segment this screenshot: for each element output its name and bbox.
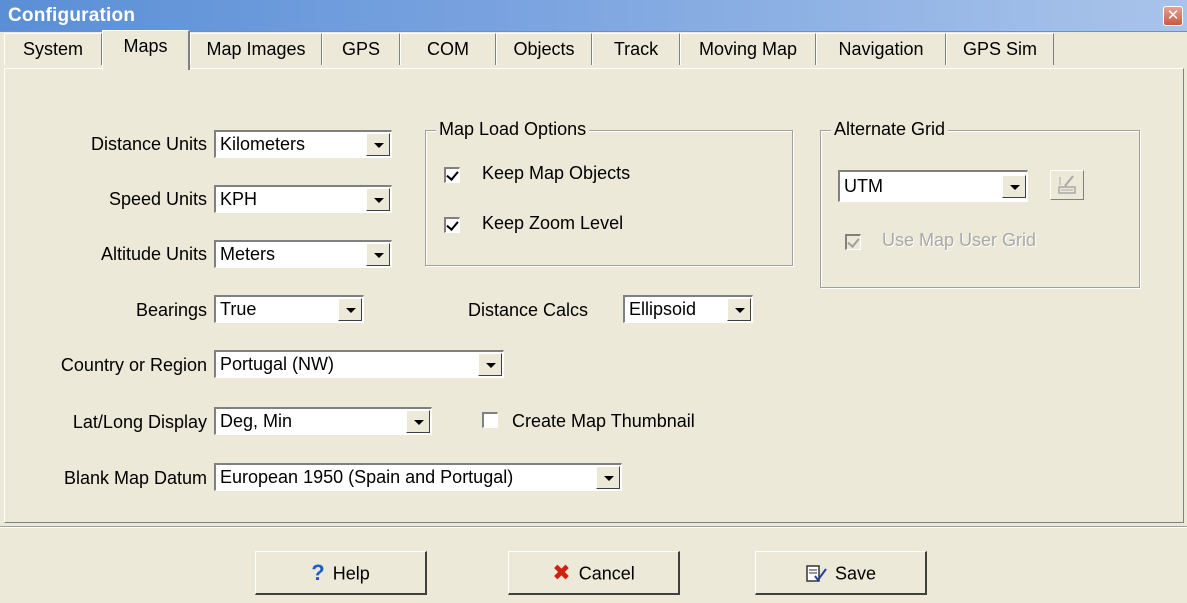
tab-system[interactable]: System xyxy=(4,33,102,65)
tab-objects[interactable]: Objects xyxy=(496,33,592,65)
close-button[interactable]: ✕ xyxy=(1163,6,1183,26)
maps-tab-panel xyxy=(4,68,1184,523)
x-icon: ✖ xyxy=(552,560,571,586)
tab-map-images[interactable]: Map Images xyxy=(190,33,322,65)
tab-navigation[interactable]: Navigation xyxy=(816,33,946,65)
save-button[interactable]: Save xyxy=(755,551,927,595)
cancel-button[interactable]: ✖ Cancel xyxy=(508,551,680,595)
help-button[interactable]: ? Help xyxy=(255,551,427,595)
tab-gps-sim[interactable]: GPS Sim xyxy=(946,33,1054,65)
tab-track[interactable]: Track xyxy=(592,33,680,65)
save-icon xyxy=(805,553,827,593)
tab-maps[interactable]: Maps xyxy=(102,30,190,70)
footer-divider xyxy=(0,526,1187,528)
title-bar: Configuration ✕ xyxy=(0,0,1187,32)
window-title: Configuration xyxy=(8,5,136,26)
question-icon: ? xyxy=(311,560,325,586)
close-icon: ✕ xyxy=(1166,7,1180,24)
tab-gps[interactable]: GPS xyxy=(322,33,400,65)
tab-moving-map[interactable]: Moving Map xyxy=(680,33,816,65)
tab-com[interactable]: COM xyxy=(400,33,496,65)
